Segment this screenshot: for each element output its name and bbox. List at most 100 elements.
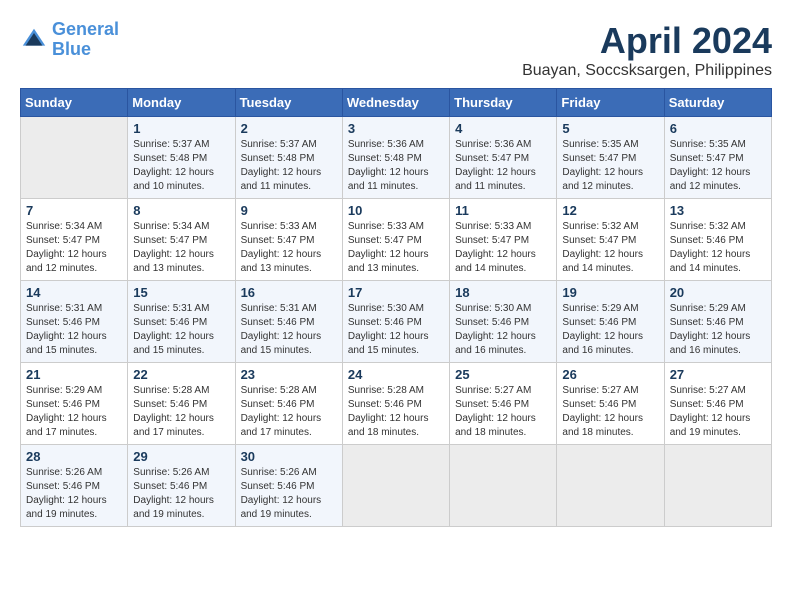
week-row-2: 7 Sunrise: 5:34 AM Sunset: 5:47 PM Daylig… <box>21 199 772 281</box>
day-info: Sunrise: 5:27 AM Sunset: 5:46 PM Dayligh… <box>562 384 658 440</box>
day-info: Sunrise: 5:31 AM Sunset: 5:46 PM Dayligh… <box>133 302 229 358</box>
calendar-cell: 5Sunrise: 5:35 AM Sunset: 5:47 PM Daylig… <box>557 117 664 199</box>
calendar-cell: 2 Sunrise: 5:37 AM Sunset: 5:48 PM Daylig… <box>235 117 342 199</box>
calendar-cell: 26 Sunrise: 5:27 AM Sunset: 5:46 PM Dayli… <box>557 363 664 445</box>
weekday-header-friday: Friday <box>557 89 664 117</box>
calendar-cell: 10 Sunrise: 5:33 AM Sunset: 5:47 PM Dayli… <box>342 199 449 281</box>
calendar-cell: 1 Sunrise: 5:37 AM Sunset: 5:48 PM Daylig… <box>128 117 235 199</box>
calendar-cell: 17 Sunrise: 5:30 AM Sunset: 5:46 PM Dayli… <box>342 281 449 363</box>
day-info: Sunrise: 5:33 AM Sunset: 5:47 PM Dayligh… <box>241 220 337 276</box>
day-info: Sunrise: 5:26 AM Sunset: 5:46 PM Dayligh… <box>133 466 229 522</box>
day-number: 21 <box>26 367 122 382</box>
day-info: Sunrise: 5:37 AM Sunset: 5:48 PM Dayligh… <box>241 138 337 194</box>
day-info: Sunrise: 5:33 AM Sunset: 5:47 PM Dayligh… <box>455 220 551 276</box>
day-info: Sunrise: 5:30 AM Sunset: 5:46 PM Dayligh… <box>348 302 444 358</box>
day-number: 10 <box>348 203 444 218</box>
day-number: 13 <box>670 203 766 218</box>
calendar-cell <box>450 445 557 527</box>
weekday-header-tuesday: Tuesday <box>235 89 342 117</box>
day-number: 20 <box>670 285 766 300</box>
calendar-cell <box>21 117 128 199</box>
week-row-4: 21 Sunrise: 5:29 AM Sunset: 5:46 PM Dayli… <box>21 363 772 445</box>
day-number: 24 <box>348 367 444 382</box>
title-section: April 2024 Buayan, Soccsksargen, Philipp… <box>522 20 772 80</box>
calendar-cell: 18 Sunrise: 5:30 AM Sunset: 5:46 PM Dayli… <box>450 281 557 363</box>
weekday-header-sunday: Sunday <box>21 89 128 117</box>
day-info: Sunrise: 5:34 AM Sunset: 5:47 PM Dayligh… <box>133 220 229 276</box>
day-number: 26 <box>562 367 658 382</box>
day-number: 9 <box>241 203 337 218</box>
day-number: 12 <box>562 203 658 218</box>
day-number: 29 <box>133 449 229 464</box>
day-info: Sunrise: 5:29 AM Sunset: 5:46 PM Dayligh… <box>26 384 122 440</box>
day-info: Sunrise: 5:28 AM Sunset: 5:46 PM Dayligh… <box>133 384 229 440</box>
day-number: 16 <box>241 285 337 300</box>
day-number: 6 <box>670 121 766 136</box>
calendar-cell: 23 Sunrise: 5:28 AM Sunset: 5:46 PM Dayli… <box>235 363 342 445</box>
day-info: Sunrise: 5:31 AM Sunset: 5:46 PM Dayligh… <box>241 302 337 358</box>
day-info: Sunrise: 5:36 AM Sunset: 5:48 PM Dayligh… <box>348 138 444 194</box>
calendar-cell: 13 Sunrise: 5:32 AM Sunset: 5:46 PM Dayli… <box>664 199 771 281</box>
calendar-table: SundayMondayTuesdayWednesdayThursdayFrid… <box>20 88 772 527</box>
day-info: Sunrise: 5:33 AM Sunset: 5:47 PM Dayligh… <box>348 220 444 276</box>
day-number: 7 <box>26 203 122 218</box>
week-row-3: 14 Sunrise: 5:31 AM Sunset: 5:46 PM Dayli… <box>21 281 772 363</box>
calendar-cell: 21 Sunrise: 5:29 AM Sunset: 5:46 PM Dayli… <box>21 363 128 445</box>
calendar-cell: 16 Sunrise: 5:31 AM Sunset: 5:46 PM Dayli… <box>235 281 342 363</box>
day-number: 2 <box>241 121 337 136</box>
calendar-cell: 15 Sunrise: 5:31 AM Sunset: 5:46 PM Dayli… <box>128 281 235 363</box>
day-number: 28 <box>26 449 122 464</box>
calendar-cell <box>664 445 771 527</box>
day-info: Sunrise: 5:27 AM Sunset: 5:46 PM Dayligh… <box>455 384 551 440</box>
day-number: 15 <box>133 285 229 300</box>
day-number: 14 <box>26 285 122 300</box>
day-info: Sunrise: 5:30 AM Sunset: 5:46 PM Dayligh… <box>455 302 551 358</box>
day-info: Sunrise: 5:32 AM Sunset: 5:46 PM Dayligh… <box>670 220 766 276</box>
day-number: 27 <box>670 367 766 382</box>
day-number: 5 <box>562 121 658 136</box>
day-info: Sunrise: 5:35 AM Sunset: 5:47 PM Dayligh… <box>670 138 766 194</box>
day-number: 4 <box>455 121 551 136</box>
calendar-cell: 12 Sunrise: 5:32 AM Sunset: 5:47 PM Dayli… <box>557 199 664 281</box>
day-info: Sunrise: 5:31 AM Sunset: 5:46 PM Dayligh… <box>26 302 122 358</box>
day-number: 18 <box>455 285 551 300</box>
day-info: Sunrise: 5:26 AM Sunset: 5:46 PM Dayligh… <box>241 466 337 522</box>
day-number: 19 <box>562 285 658 300</box>
day-number: 30 <box>241 449 337 464</box>
calendar-cell: 8Sunrise: 5:34 AM Sunset: 5:47 PM Daylig… <box>128 199 235 281</box>
weekday-header-monday: Monday <box>128 89 235 117</box>
header: General Blue April 2024 Buayan, Soccsksa… <box>20 20 772 80</box>
weekday-header-thursday: Thursday <box>450 89 557 117</box>
weekday-header-saturday: Saturday <box>664 89 771 117</box>
day-number: 1 <box>133 121 229 136</box>
calendar-cell: 7 Sunrise: 5:34 AM Sunset: 5:47 PM Daylig… <box>21 199 128 281</box>
day-number: 25 <box>455 367 551 382</box>
calendar-subtitle: Buayan, Soccsksargen, Philippines <box>522 62 772 80</box>
logo: General Blue <box>20 20 119 60</box>
day-info: Sunrise: 5:34 AM Sunset: 5:47 PM Dayligh… <box>26 220 122 276</box>
day-info: Sunrise: 5:27 AM Sunset: 5:46 PM Dayligh… <box>670 384 766 440</box>
day-info: Sunrise: 5:28 AM Sunset: 5:46 PM Dayligh… <box>348 384 444 440</box>
day-info: Sunrise: 5:32 AM Sunset: 5:47 PM Dayligh… <box>562 220 658 276</box>
day-number: 11 <box>455 203 551 218</box>
day-info: Sunrise: 5:29 AM Sunset: 5:46 PM Dayligh… <box>670 302 766 358</box>
day-info: Sunrise: 5:29 AM Sunset: 5:46 PM Dayligh… <box>562 302 658 358</box>
calendar-cell: 3Sunrise: 5:36 AM Sunset: 5:48 PM Daylig… <box>342 117 449 199</box>
day-number: 17 <box>348 285 444 300</box>
day-number: 22 <box>133 367 229 382</box>
calendar-cell: 22 Sunrise: 5:28 AM Sunset: 5:46 PM Dayli… <box>128 363 235 445</box>
calendar-cell: 19 Sunrise: 5:29 AM Sunset: 5:46 PM Dayli… <box>557 281 664 363</box>
day-info: Sunrise: 5:28 AM Sunset: 5:46 PM Dayligh… <box>241 384 337 440</box>
logo-text: General Blue <box>52 20 119 60</box>
calendar-cell <box>342 445 449 527</box>
calendar-cell: 11 Sunrise: 5:33 AM Sunset: 5:47 PM Dayli… <box>450 199 557 281</box>
calendar-title: April 2024 <box>522 20 772 62</box>
day-number: 23 <box>241 367 337 382</box>
week-row-1: 1 Sunrise: 5:37 AM Sunset: 5:48 PM Daylig… <box>21 117 772 199</box>
calendar-cell: 20 Sunrise: 5:29 AM Sunset: 5:46 PM Dayli… <box>664 281 771 363</box>
calendar-cell: 28Sunrise: 5:26 AM Sunset: 5:46 PM Dayli… <box>21 445 128 527</box>
calendar-cell: 4Sunrise: 5:36 AM Sunset: 5:47 PM Daylig… <box>450 117 557 199</box>
week-row-5: 28 Sunrise: 5:26 AM Sunset: 5:46 PM Dayli… <box>21 445 772 527</box>
day-info: Sunrise: 5:37 AM Sunset: 5:48 PM Dayligh… <box>133 138 229 194</box>
weekday-header-wednesday: Wednesday <box>342 89 449 117</box>
